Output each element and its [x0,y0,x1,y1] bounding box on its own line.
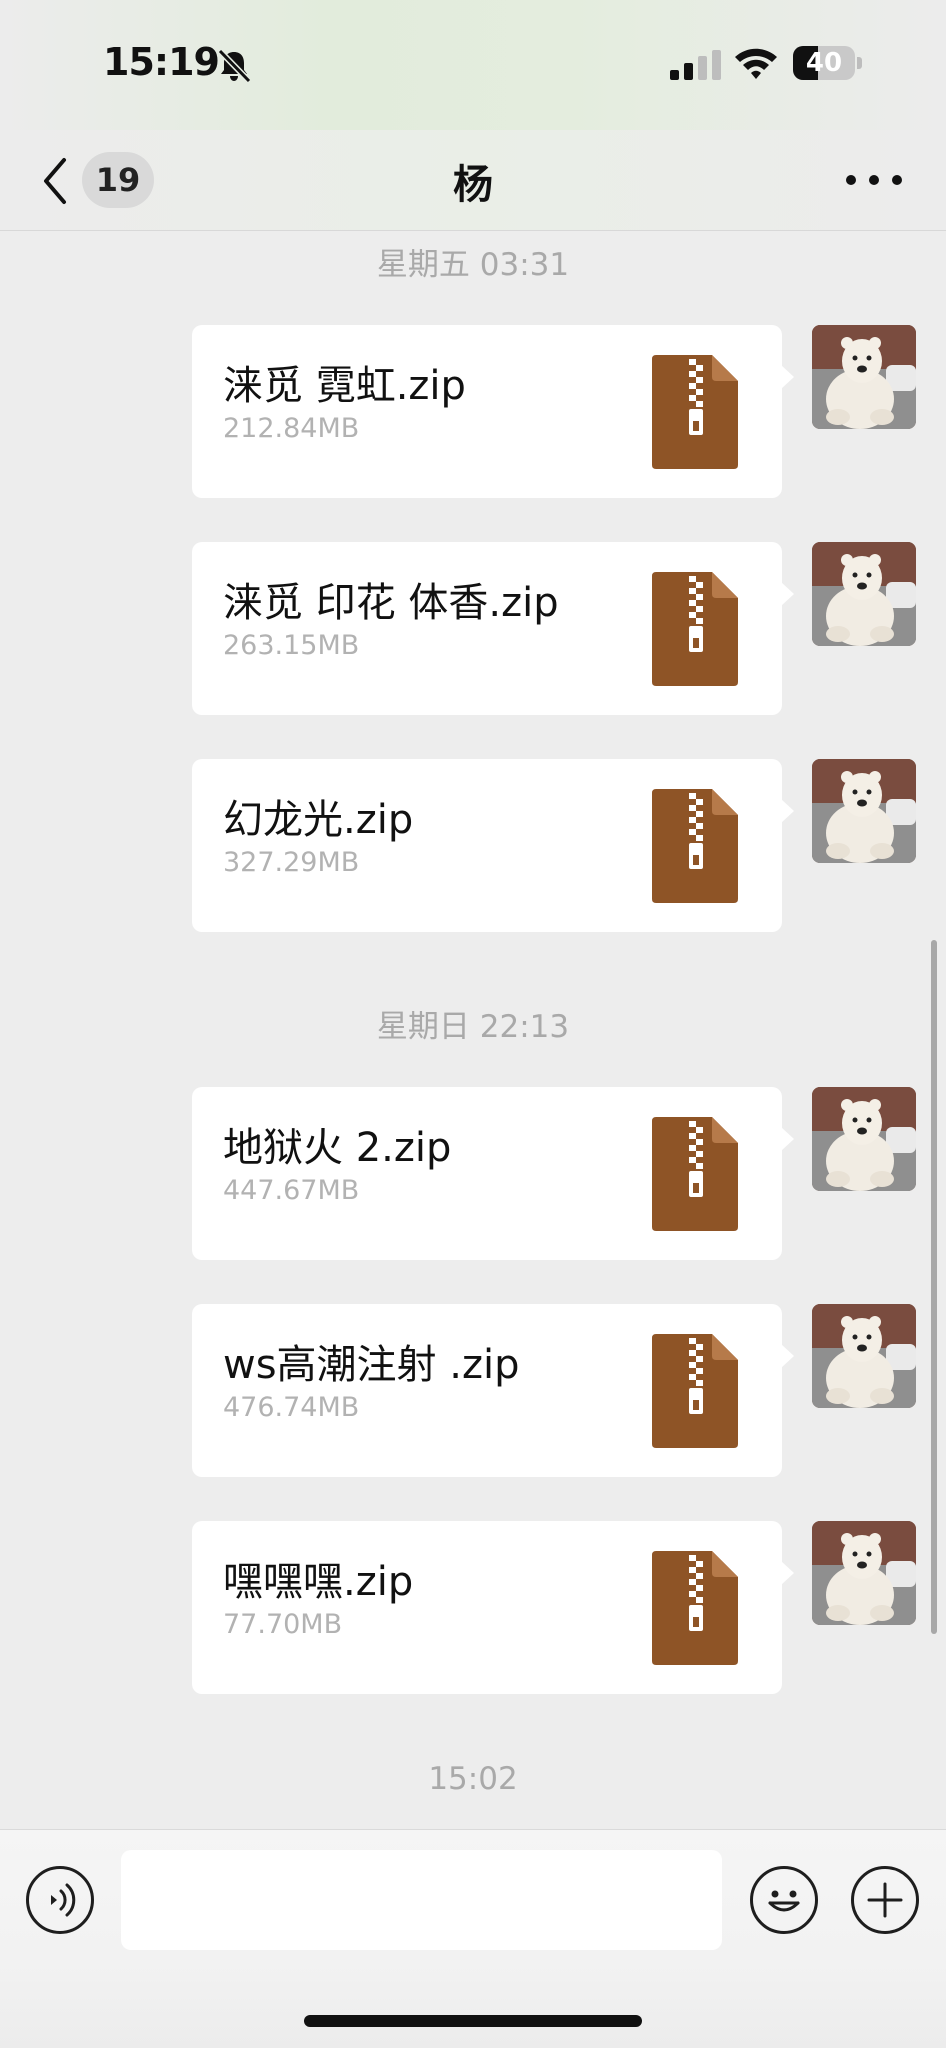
avatar[interactable] [812,1521,916,1625]
file-name: 涞觅 霓虹.zip [223,363,466,409]
timestamp: 星期五 03:31 [376,247,570,283]
nav-bar: 19 杨 [0,130,946,231]
file-size: 77.70MB [223,1609,343,1640]
bell-off-icon [217,48,252,84]
message-input[interactable] [121,1850,722,1950]
emoji-icon [768,1890,800,1912]
chat-screen: 15:19 40 19 杨 星期五 03:31 涞觅 霓虹.zip 212.84… [0,0,946,2048]
timestamp: 星期日 22:13 [376,1009,570,1045]
voice-button[interactable] [26,1866,94,1934]
chevron-left-icon [44,158,66,204]
back-button[interactable]: 19 [34,152,164,208]
battery-icon: 40 [793,46,863,80]
plus-icon [867,1882,903,1918]
unread-count-badge: 19 [82,152,154,208]
avatar[interactable] [812,1304,916,1408]
more-button[interactable] [846,168,902,192]
zip-file-icon [652,572,738,686]
avatar[interactable] [812,542,916,646]
plus-button[interactable] [851,1866,919,1934]
avatar[interactable] [812,1087,916,1191]
file-message[interactable]: 嘿嘿嘿.zip 77.70MB [192,1521,794,1694]
file-message[interactable]: ws高潮注射 .zip 476.74MB [192,1304,794,1477]
file-name: 涞觅 印花 体香.zip [223,580,559,626]
chat-title: 杨 [453,162,493,208]
file-size: 327.29MB [223,847,360,878]
input-bar [0,1829,946,2048]
zip-file-icon [652,789,738,903]
file-name: 地狱火 2.zip [223,1125,452,1171]
avatar[interactable] [812,759,916,863]
file-message[interactable]: 涞觅 霓虹.zip 212.84MB [192,325,794,498]
zip-file-icon [652,1117,738,1231]
wifi-icon [735,48,777,79]
status-time: 15:19 [103,40,220,84]
file-message[interactable]: 地狱火 2.zip 447.67MB [192,1087,794,1260]
file-size: 212.84MB [223,413,360,444]
file-name: 幻龙光.zip [223,797,414,843]
home-indicator [304,2015,642,2027]
emoji-button[interactable] [750,1866,818,1934]
avatar[interactable] [812,325,916,429]
message-list[interactable]: 星期五 03:31 涞觅 霓虹.zip 212.84MB 涞觅 印花 体香.zi… [0,231,946,1829]
file-size: 476.74MB [223,1392,360,1423]
file-message[interactable]: 涞觅 印花 体香.zip 263.15MB [192,542,794,715]
more-icon [846,175,856,185]
file-size: 263.15MB [223,630,360,661]
file-size: 447.67MB [223,1175,360,1206]
battery-level: 40 [805,48,843,78]
voice-icon [51,1883,76,1917]
file-name: ws高潮注射 .zip [223,1342,520,1388]
zip-file-icon [652,355,738,469]
zip-file-icon [652,1551,738,1665]
file-message[interactable]: 幻龙光.zip 327.29MB [192,759,794,932]
timestamp: 15:02 [428,1761,518,1797]
zip-file-icon [652,1334,738,1448]
file-name: 嘿嘿嘿.zip [223,1559,414,1605]
scrollbar[interactable] [931,940,937,1634]
signal-icon [670,50,721,80]
status-bar: 15:19 40 [0,0,946,130]
